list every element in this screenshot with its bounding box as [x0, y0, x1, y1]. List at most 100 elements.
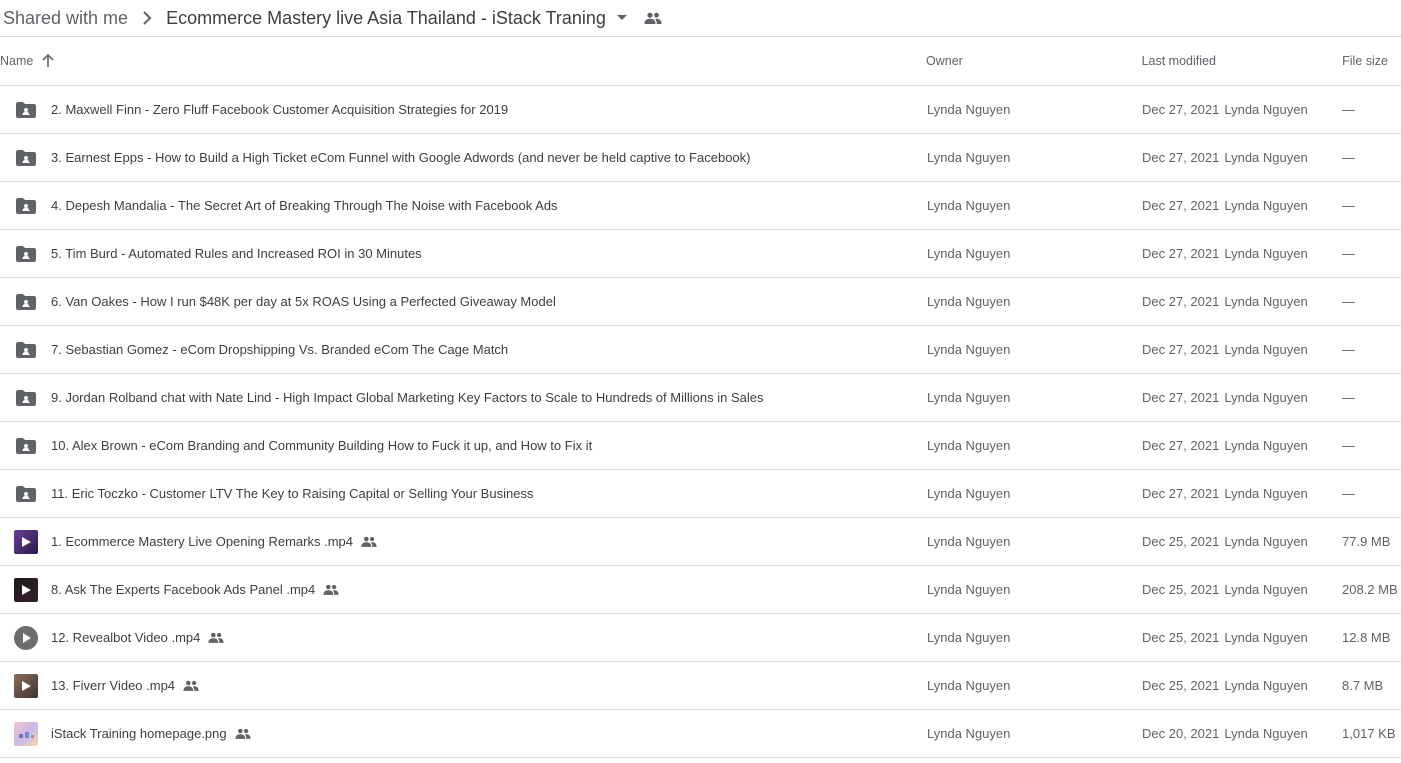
modified-by: Lynda Nguyen — [1224, 678, 1308, 693]
file-size-cell: — — [1342, 486, 1355, 501]
owner-cell: Lynda Nguyen — [927, 582, 1011, 597]
file-size-cell: 77.9 MB — [1342, 534, 1391, 549]
file-size-cell: — — [1342, 150, 1355, 165]
modified-by: Lynda Nguyen — [1224, 246, 1308, 261]
modified-date: Dec 27, 2021 — [1142, 102, 1220, 117]
modified-by: Lynda Nguyen — [1224, 582, 1308, 597]
modified-date: Dec 25, 2021 — [1142, 582, 1220, 597]
column-header-file-size[interactable]: File size — [1341, 54, 1401, 68]
table-row[interactable]: 11. Eric Toczko - Customer LTV The Key t… — [0, 470, 1401, 518]
owner-cell: Lynda Nguyen — [927, 102, 1011, 117]
file-size-cell: 1,017 KB — [1342, 726, 1396, 741]
file-size-cell: 12.8 MB — [1342, 630, 1391, 645]
table-row[interactable]: 4. Depesh Mandalia - The Secret Art of B… — [0, 182, 1401, 230]
modified-by: Lynda Nguyen — [1224, 294, 1308, 309]
last-modified-cell: Dec 20, 2021 Lynda Nguyen — [1142, 726, 1342, 741]
people-icon — [235, 728, 251, 739]
table-row[interactable]: 10. Alex Brown - eCom Branding and Commu… — [0, 422, 1401, 470]
people-icon[interactable] — [644, 12, 662, 24]
file-name[interactable]: 2. Maxwell Finn - Zero Fluff Facebook Cu… — [51, 102, 508, 117]
file-name[interactable]: 3. Earnest Epps - How to Build a High Ti… — [51, 150, 750, 165]
modified-by: Lynda Nguyen — [1224, 438, 1308, 453]
file-name[interactable]: 9. Jordan Rolband chat with Nate Lind - … — [51, 390, 763, 405]
modified-date: Dec 27, 2021 — [1142, 294, 1220, 309]
table-row[interactable]: 7. Sebastian Gomez - eCom Dropshipping V… — [0, 326, 1401, 374]
shared-folder-icon — [0, 245, 51, 262]
people-icon — [361, 536, 377, 547]
table-row[interactable]: iStack Training homepage.png Lynda Nguye… — [0, 710, 1401, 758]
modified-date: Dec 27, 2021 — [1142, 198, 1220, 213]
file-size-cell: — — [1342, 246, 1355, 261]
column-header-owner[interactable]: Owner — [925, 54, 1141, 68]
owner-cell: Lynda Nguyen — [927, 198, 1011, 213]
modified-date: Dec 25, 2021 — [1142, 630, 1220, 645]
file-name[interactable]: 4. Depesh Mandalia - The Secret Art of B… — [51, 198, 558, 213]
owner-cell: Lynda Nguyen — [927, 534, 1011, 549]
last-modified-cell: Dec 27, 2021 Lynda Nguyen — [1142, 342, 1342, 357]
modified-by: Lynda Nguyen — [1224, 198, 1308, 213]
arrow-up-icon[interactable] — [42, 54, 54, 68]
shared-folder-icon — [0, 149, 51, 166]
last-modified-cell: Dec 27, 2021 Lynda Nguyen — [1142, 246, 1342, 261]
video-thumbnail-icon — [13, 529, 38, 554]
owner-cell: Lynda Nguyen — [927, 438, 1011, 453]
people-icon — [323, 584, 339, 595]
table-row[interactable]: 12. Revealbot Video .mp4 Lynda Nguyen De… — [0, 614, 1401, 662]
video-thumbnail-icon — [13, 625, 38, 650]
file-size-cell: — — [1342, 390, 1355, 405]
breadcrumb-root-shared-with-me[interactable]: Shared with me — [3, 8, 128, 29]
owner-cell: Lynda Nguyen — [927, 294, 1011, 309]
file-name[interactable]: 1. Ecommerce Mastery Live Opening Remark… — [51, 534, 353, 549]
caret-down-icon[interactable] — [616, 14, 628, 22]
table-row[interactable]: 5. Tim Burd - Automated Rules and Increa… — [0, 230, 1401, 278]
breadcrumb-current-folder[interactable]: Ecommerce Mastery live Asia Thailand - i… — [166, 8, 606, 29]
modified-by: Lynda Nguyen — [1224, 630, 1308, 645]
chevron-right-icon — [142, 11, 152, 25]
modified-date: Dec 27, 2021 — [1142, 438, 1220, 453]
file-name[interactable]: 7. Sebastian Gomez - eCom Dropshipping V… — [51, 342, 508, 357]
people-icon — [183, 680, 199, 691]
file-name[interactable]: iStack Training homepage.png — [51, 726, 227, 741]
modified-by: Lynda Nguyen — [1224, 102, 1308, 117]
modified-by: Lynda Nguyen — [1224, 726, 1308, 741]
file-name[interactable]: 5. Tim Burd - Automated Rules and Increa… — [51, 246, 422, 261]
last-modified-cell: Dec 27, 2021 Lynda Nguyen — [1142, 486, 1342, 501]
modified-by: Lynda Nguyen — [1224, 342, 1308, 357]
file-list: Name Owner Last modified File size 2. Ma… — [0, 37, 1401, 758]
file-name[interactable]: 6. Van Oakes - How I run $48K per day at… — [51, 294, 556, 309]
table-row[interactable]: 1. Ecommerce Mastery Live Opening Remark… — [0, 518, 1401, 566]
table-row[interactable]: 8. Ask The Experts Facebook Ads Panel .m… — [0, 566, 1401, 614]
table-row[interactable]: 9. Jordan Rolband chat with Nate Lind - … — [0, 374, 1401, 422]
last-modified-cell: Dec 27, 2021 Lynda Nguyen — [1142, 294, 1342, 309]
file-size-cell: 8.7 MB — [1342, 678, 1384, 693]
table-row[interactable]: 2. Maxwell Finn - Zero Fluff Facebook Cu… — [0, 86, 1401, 134]
modified-date: Dec 20, 2021 — [1142, 726, 1220, 741]
shared-folder-icon — [0, 293, 51, 310]
file-name[interactable]: 10. Alex Brown - eCom Branding and Commu… — [51, 438, 592, 453]
video-thumbnail-icon — [13, 577, 38, 602]
people-icon — [208, 632, 224, 643]
file-name[interactable]: 8. Ask The Experts Facebook Ads Panel .m… — [51, 582, 315, 597]
table-row[interactable]: 13. Fiverr Video .mp4 Lynda Nguyen Dec 2… — [0, 662, 1401, 710]
file-size-cell: — — [1342, 342, 1355, 357]
shared-folder-icon — [0, 389, 51, 406]
modified-date: Dec 25, 2021 — [1142, 534, 1220, 549]
table-row[interactable]: 6. Van Oakes - How I run $48K per day at… — [0, 278, 1401, 326]
table-row[interactable]: 3. Earnest Epps - How to Build a High Ti… — [0, 134, 1401, 182]
file-size-cell: — — [1342, 294, 1355, 309]
file-name[interactable]: 12. Revealbot Video .mp4 — [51, 630, 200, 645]
column-header-name[interactable]: Name — [0, 54, 925, 68]
file-name[interactable]: 13. Fiverr Video .mp4 — [51, 678, 175, 693]
last-modified-cell: Dec 25, 2021 Lynda Nguyen — [1142, 630, 1342, 645]
modified-by: Lynda Nguyen — [1224, 534, 1308, 549]
last-modified-cell: Dec 27, 2021 Lynda Nguyen — [1142, 390, 1342, 405]
file-name[interactable]: 11. Eric Toczko - Customer LTV The Key t… — [51, 486, 533, 501]
owner-cell: Lynda Nguyen — [927, 342, 1011, 357]
last-modified-cell: Dec 27, 2021 Lynda Nguyen — [1142, 438, 1342, 453]
column-header-name-label: Name — [0, 54, 34, 68]
modified-date: Dec 27, 2021 — [1142, 342, 1220, 357]
modified-date: Dec 27, 2021 — [1142, 150, 1220, 165]
owner-cell: Lynda Nguyen — [927, 150, 1011, 165]
file-size-cell: 208.2 MB — [1342, 582, 1398, 597]
column-header-last-modified[interactable]: Last modified — [1141, 54, 1342, 68]
